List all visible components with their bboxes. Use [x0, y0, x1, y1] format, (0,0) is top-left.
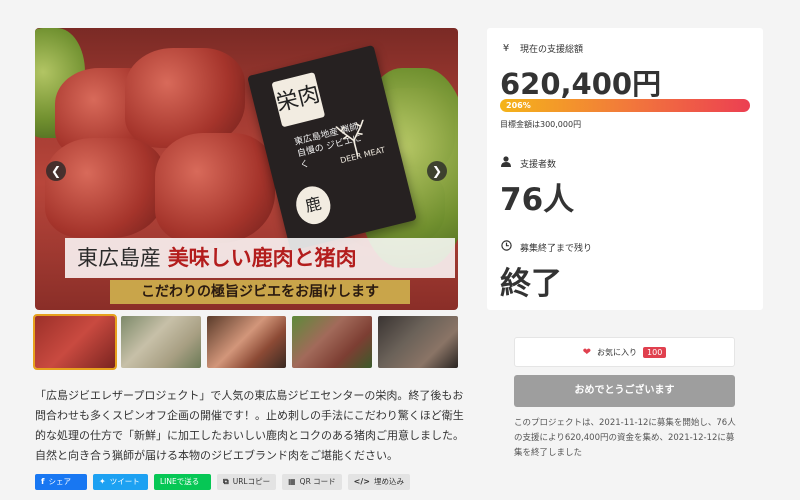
total-amount-label-text: 現在の支援総額	[520, 45, 584, 55]
package-circle: 鹿	[292, 182, 335, 228]
thumbnail-1[interactable]	[33, 314, 117, 370]
congratulations-button[interactable]: おめでとうございます	[514, 375, 735, 407]
supporters-value: 76人	[500, 182, 575, 218]
hero-title: 東広島産 美味しい鹿肉と猪肉	[65, 238, 455, 278]
thumbnail-strip	[33, 314, 458, 370]
supporters-label-text: 支援者数	[520, 159, 557, 170]
chevron-left-icon[interactable]: ❮	[46, 161, 66, 181]
code-icon: </>	[353, 477, 370, 486]
twitter-share-label: ツイート	[109, 477, 140, 486]
person-icon	[500, 156, 512, 170]
total-amount-label: ¥ 現在の支援総額	[500, 42, 583, 55]
meat-chunk	[155, 133, 275, 243]
package-label: 栄肉	[271, 72, 326, 128]
embed-label: 埋め込み	[374, 477, 404, 486]
clock-icon	[500, 240, 512, 254]
hero-subtitle: こだわりの極旨ジビエをお届けします	[110, 280, 410, 304]
thumbnail-3[interactable]	[206, 316, 287, 368]
thumbnail-5[interactable]	[378, 316, 458, 368]
favorite-label: お気に入り	[597, 347, 638, 357]
chevron-right-icon[interactable]: ❯	[427, 161, 447, 181]
funding-stats-panel: ¥ 現在の支援総額 620,400円 206% 目標金額は300,000円 支援…	[487, 28, 763, 310]
project-main-image[interactable]: 栄肉 東広島地産 猟師自慢の ジビエにく 鹿 DEER MEAT 東広島産 美味…	[35, 28, 458, 310]
facebook-share-button[interactable]: f シェア	[35, 474, 87, 490]
embed-button[interactable]: </> 埋め込み	[347, 474, 410, 490]
project-closing-note: このプロジェクトは、2021-11-12に募集を開始し、76人の支援により620…	[514, 418, 736, 458]
supporters-label: 支援者数	[500, 156, 556, 170]
favorite-count: 100	[643, 346, 667, 358]
yen-icon: ¥	[502, 43, 510, 54]
twitter-icon: ✦	[99, 477, 106, 486]
progress-percent: 206%	[506, 101, 531, 110]
heart-icon: ❤	[582, 346, 592, 358]
meat-chunk	[45, 138, 165, 238]
share-bar: f シェア ✦ ツイート LINEで送る ⧉ URLコピー ▦ QR コード <…	[35, 474, 410, 490]
line-share-button[interactable]: LINEで送る	[154, 474, 211, 490]
hero-title-prefix: 東広島産	[77, 246, 161, 270]
favorite-button[interactable]: ❤ お気に入り 100	[514, 337, 735, 367]
goal-amount: 目標金額は300,000円	[500, 120, 582, 129]
qr-code-button[interactable]: ▦ QR コード	[282, 474, 342, 490]
thumbnail-2[interactable]	[120, 316, 201, 368]
url-copy-button[interactable]: ⧉ URLコピー	[217, 474, 277, 490]
url-copy-label: URLコピー	[232, 477, 271, 486]
twitter-share-button[interactable]: ✦ ツイート	[93, 474, 148, 490]
facebook-share-label: シェア	[48, 477, 71, 486]
facebook-icon: f	[41, 477, 45, 486]
project-description: 「広島ジビエレザープロジェクト」で人気の東広島ジビエセンターの栄肉。終了後もお問…	[35, 389, 464, 462]
thumbnail-4[interactable]	[292, 316, 373, 368]
qr-code-label: QR コード	[299, 477, 336, 486]
qr-code-icon: ▦	[288, 477, 296, 486]
total-amount-value: 620,400円	[500, 67, 662, 101]
time-remaining-label-text: 募集終了まで残り	[520, 243, 593, 254]
hero-title-highlight: 美味しい鹿肉と猪肉	[167, 245, 357, 270]
time-remaining-value: 終了	[500, 266, 562, 302]
time-remaining-label: 募集終了まで残り	[500, 240, 592, 254]
line-share-label: LINEで送る	[160, 477, 200, 486]
progress-bar: 206%	[500, 99, 750, 112]
copy-icon: ⧉	[223, 477, 229, 486]
